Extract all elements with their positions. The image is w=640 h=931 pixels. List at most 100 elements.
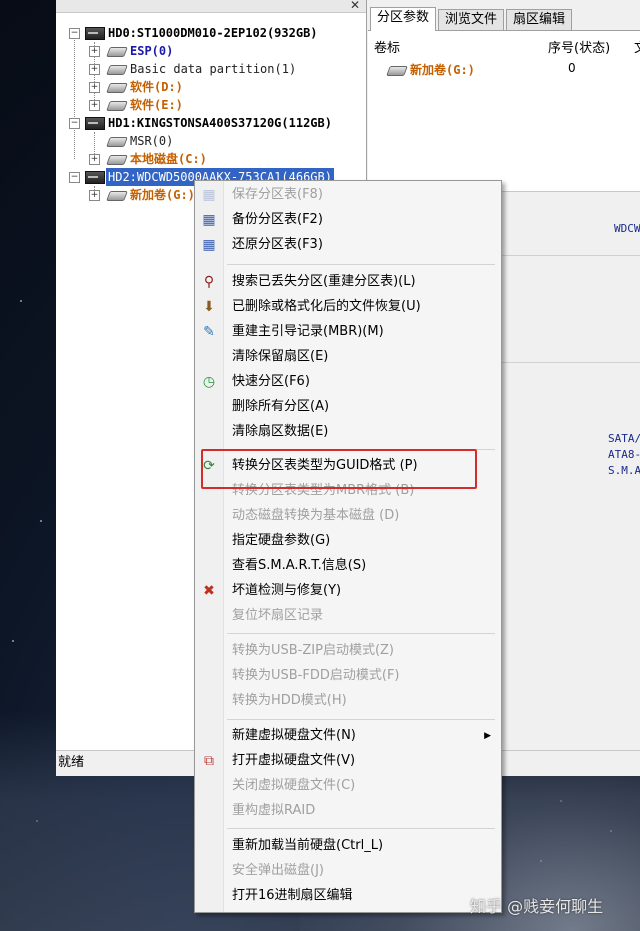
watermark-text: 知乎 @贱妾何聊生 (470, 897, 604, 916)
menu-item-usb-zip[interactable]: 转换为USB-ZIP启动模式(Z) (195, 639, 501, 663)
row-volume-label: 新加卷(G:) (410, 63, 475, 77)
column-header-label[interactable]: 卷标 (374, 37, 400, 56)
menu-separator (227, 719, 495, 720)
tree-item-label: 软件(E:) (130, 98, 183, 112)
tree-item-msr[interactable]: MSR(0) (56, 132, 366, 150)
menu-item-search-lost[interactable]: ⚲ 搜索已丢失分区(重建分区表)(L) (195, 270, 501, 294)
menu-item-wipe-sectors[interactable]: 清除扇区数据(E) (195, 420, 501, 444)
tree-item-label: 本地磁盘(C:) (130, 152, 207, 166)
volume-icon (106, 65, 128, 75)
tab-browse-files[interactable]: 浏览文件 (438, 9, 505, 30)
vdisk-icon: ⧉ (204, 753, 214, 769)
collapse-icon[interactable]: − (69, 28, 80, 39)
tree-item-hd1[interactable]: − HD1:KINGSTONSA400S37120G(112GB) (56, 114, 366, 132)
tab-sector-edit[interactable]: 扇区编辑 (506, 9, 573, 30)
tree-item-hd0[interactable]: − HD0:ST1000DM010-2EP102(932GB) (56, 24, 366, 42)
volume-icon (386, 66, 408, 76)
context-menu: ▦ 保存分区表(F8) ▦ 备份分区表(F2) ▦ 还原分区表(F3) ⚲ 搜索… (194, 180, 502, 913)
tab-bar: 分区参数 浏览文件 扇区编辑 (368, 0, 640, 31)
volume-icon (106, 137, 128, 147)
hard-disk-icon (85, 171, 105, 184)
tree-item-local-c[interactable]: + 本地磁盘(C:) (56, 150, 366, 168)
star (20, 300, 22, 302)
menu-separator (227, 633, 495, 634)
save-icon: ▦ (202, 187, 216, 203)
menu-item-restore-table[interactable]: ▦ 还原分区表(F3) (195, 233, 501, 257)
volume-icon (106, 155, 128, 165)
menu-item-hdd-mode[interactable]: 转换为HDD模式(H) (195, 689, 501, 713)
menu-separator (227, 264, 495, 265)
expand-icon[interactable]: + (89, 64, 100, 75)
menu-item-open-vdisk[interactable]: ⧉ 打开虚拟硬盘文件(V) (195, 749, 501, 773)
status-text: 就绪 (58, 755, 85, 770)
menu-item-rebuild-mbr[interactable]: ✎ 重建主引导记录(MBR)(M) (195, 320, 501, 344)
menu-item-dynamic-to-basic[interactable]: 动态磁盘转换为基本磁盘 (D) (195, 504, 501, 528)
star (12, 640, 14, 642)
menu-item-safe-eject[interactable]: 安全弹出磁盘(J) (195, 859, 501, 883)
menu-item-bad-sector-repair[interactable]: ✖ 坏道检测与修复(Y) (195, 579, 501, 603)
smart-text: S.M.A (608, 464, 640, 477)
menu-item-reload-disk[interactable]: 重新加载当前硬盘(Ctrl_L) (195, 834, 501, 858)
menu-item-new-vdisk[interactable]: 新建虚拟硬盘文件(N) ▶ (195, 724, 501, 748)
expand-icon[interactable]: + (89, 46, 100, 57)
column-header-fs[interactable]: 文 (634, 37, 640, 56)
menu-item-file-recovery[interactable]: ⬇ 已删除或格式化后的文件恢复(U) (195, 295, 501, 319)
menu-separator (227, 828, 495, 829)
expand-icon[interactable]: + (89, 100, 100, 111)
clock-icon: ◷ (202, 374, 216, 390)
close-icon[interactable]: ✕ (350, 0, 360, 12)
menu-item-backup-table[interactable]: ▦ 备份分区表(F2) (195, 208, 501, 232)
restore-icon: ▦ (202, 237, 216, 253)
tree-item-label: HD0:ST1000DM010-2EP102(932GB) (108, 26, 318, 40)
tree-item-label: 新加卷(G:) (130, 188, 195, 202)
menu-item-save-table[interactable]: ▦ 保存分区表(F8) (195, 183, 501, 207)
row-index: 0 (568, 61, 576, 75)
tab-partition-params[interactable]: 分区参数 (370, 7, 437, 31)
tree-item-soft-d[interactable]: + 软件(D:) (56, 78, 366, 96)
collapse-icon[interactable]: − (69, 172, 80, 183)
tree-item-label: 软件(D:) (130, 80, 183, 94)
menu-item-delete-all[interactable]: 删除所有分区(A) (195, 395, 501, 419)
partition-table: 卷标 序号(状态) 文 新加卷(G:) 0 (368, 31, 640, 192)
volume-icon (106, 83, 128, 93)
volume-icon (106, 191, 128, 201)
menu-item-smart-info[interactable]: 查看S.M.A.R.T.信息(S) (195, 554, 501, 578)
menu-item-close-vdisk[interactable]: 关闭虚拟硬盘文件(C) (195, 774, 501, 798)
menu-item-quick-partition[interactable]: ◷ 快速分区(F6) (195, 370, 501, 394)
hard-disk-icon (85, 117, 105, 130)
tree-item-basic-data[interactable]: + Basic data partition(1) (56, 60, 366, 78)
disk-model-text: WDCW (614, 222, 640, 235)
submenu-arrow-icon: ▶ (484, 731, 491, 741)
recover-icon: ⬇ (203, 299, 215, 315)
collapse-icon[interactable]: − (69, 118, 80, 129)
tree-item-esp[interactable]: + ESP(0) (56, 42, 366, 60)
expand-icon[interactable]: + (89, 82, 100, 93)
menu-item-usb-fdd[interactable]: 转换为USB-FDD启动模式(F) (195, 664, 501, 688)
menu-item-clear-reserved[interactable]: 清除保留扇区(E) (195, 345, 501, 369)
standard-text: ATA8- (608, 448, 640, 461)
menu-item-hex-editor[interactable]: 打开16进制扇区编辑 (195, 884, 501, 908)
menu-item-disk-params[interactable]: 指定硬盘参数(G) (195, 529, 501, 553)
menu-item-rebuild-raid[interactable]: 重构虚拟RAID (195, 799, 501, 823)
annotation-highlight-box (201, 449, 477, 489)
pane-header: ✕ (56, 0, 366, 13)
expand-icon[interactable]: + (89, 190, 100, 201)
column-header-index[interactable]: 序号(状态) (548, 37, 610, 56)
mbr-icon: ✎ (203, 324, 215, 340)
tree-item-label: ESP(0) (130, 44, 174, 58)
disk-tree: − HD0:ST1000DM010-2EP102(932GB) + ESP(0)… (56, 24, 366, 204)
expand-icon[interactable]: + (89, 154, 100, 165)
search-icon: ⚲ (203, 274, 215, 290)
star (40, 520, 42, 522)
tree-item-label: Basic data partition(1) (130, 62, 297, 76)
menu-item-reset-bad-sectors[interactable]: 复位坏扇区记录 (195, 604, 501, 628)
interface-text: SATA/ (608, 432, 640, 445)
backup-icon: ▦ (202, 212, 216, 228)
tree-item-label: MSR(0) (130, 134, 174, 148)
tools-icon: ✖ (203, 583, 215, 599)
volume-icon (106, 47, 128, 57)
hard-disk-icon (85, 27, 105, 40)
tree-item-label: HD1:KINGSTONSA400S37120G(112GB) (108, 116, 332, 130)
tree-item-soft-e[interactable]: + 软件(E:) (56, 96, 366, 114)
volume-icon (106, 101, 128, 111)
